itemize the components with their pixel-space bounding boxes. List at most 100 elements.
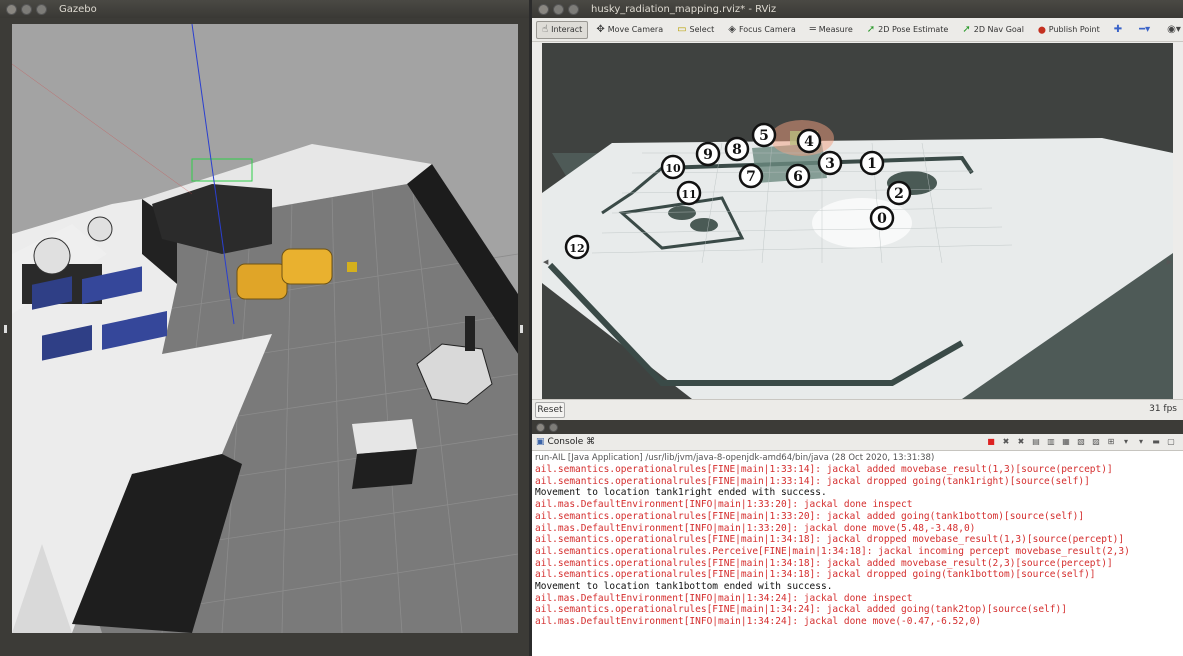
- location-marker-label: 11: [681, 188, 696, 201]
- eye-icon: ◉▾: [1167, 24, 1181, 35]
- display-console-icon[interactable]: ▾: [1120, 436, 1132, 448]
- gazebo-3d-viewport[interactable]: [12, 24, 518, 633]
- focus-camera-tool-button[interactable]: ◈ Focus Camera: [722, 21, 802, 39]
- location-marker-label: 4: [804, 134, 814, 150]
- close-window-button[interactable]: [538, 3, 549, 15]
- gazebo-titlebar: Gazebo: [0, 0, 529, 18]
- log-line-stderr: ail.semantics.operationalrules.Perceive[…: [535, 545, 1130, 557]
- console-icon: ▣: [536, 437, 545, 447]
- nav-goal-tool-button[interactable]: ➚ 2D Nav Goal: [956, 21, 1030, 39]
- clear-console-icon[interactable]: ▤: [1030, 436, 1042, 448]
- gazebo-window: Gazebo: [0, 0, 529, 656]
- location-marker-7: 7: [738, 163, 764, 189]
- location-marker-1: 1: [859, 150, 885, 176]
- location-marker-2: 2: [886, 180, 912, 206]
- show-on-stderr-icon[interactable]: ▨: [1090, 436, 1102, 448]
- location-marker-6: 6: [785, 163, 811, 189]
- log-line-stderr: ail.semantics.operationalrules[FINE|main…: [535, 534, 1125, 546]
- add-tool-button[interactable]: ✚: [1108, 21, 1131, 39]
- location-marker-label: 3: [825, 156, 835, 172]
- pin-console-icon[interactable]: ⊞: [1105, 436, 1117, 448]
- location-marker-label: 9: [703, 147, 713, 163]
- console-actions: ■ ✖ ✖ ▤ ▥ ▦ ▧ ▨ ⊞ ▾ ▾ ▬ ▢: [982, 436, 1177, 448]
- log-line-stderr: ail.mas.DefaultEnvironment[INFO|main|1:3…: [535, 522, 976, 534]
- rviz-map-scene: 0123456789101112: [542, 43, 1173, 399]
- location-marker-3: 3: [817, 150, 843, 176]
- gazebo-scene: [12, 24, 518, 633]
- maximize-view-icon[interactable]: ▢: [1165, 436, 1177, 448]
- word-wrap-icon[interactable]: ▦: [1060, 436, 1072, 448]
- console-output[interactable]: ail.semantics.operationalrules[FINE|main…: [532, 464, 1183, 628]
- tool-label: Focus Camera: [738, 25, 796, 34]
- log-line-stderr: ail.mas.DefaultEnvironment[INFO|main|1:3…: [535, 592, 913, 604]
- location-marker-label: 0: [877, 211, 887, 227]
- log-line-stderr: ail.mas.DefaultEnvironment[INFO|main|1:3…: [535, 616, 982, 628]
- move-camera-tool-button[interactable]: ✥ Move Camera: [590, 21, 669, 39]
- eclipse-console-window: ▣ Console ⌘ ■ ✖ ✖ ▤ ▥ ▦ ▧ ▨ ⊞ ▾ ▾ ▬ ▢ ru…: [532, 420, 1183, 656]
- tool-label: Publish Point: [1048, 25, 1100, 34]
- right-resize-handle[interactable]: [520, 325, 523, 333]
- left-resize-handle[interactable]: [4, 325, 7, 333]
- location-marker-9: 9: [695, 141, 721, 167]
- nav-goal-arrow-icon: ➚: [962, 24, 971, 35]
- collapse-right-panel-icon[interactable]: ▶: [1167, 258, 1172, 266]
- location-marker-label: 12: [569, 242, 584, 255]
- log-line-stderr: ail.semantics.operationalrules[FINE|main…: [535, 475, 1090, 487]
- console-tab[interactable]: ▣ Console ⌘: [536, 437, 595, 447]
- move-camera-icon: ✥: [596, 24, 605, 35]
- rviz-titlebar: husky_radiation_mapping.rviz* - RViz: [532, 0, 1183, 18]
- remove-launch-icon[interactable]: ✖: [1000, 436, 1012, 448]
- collapse-left-panel-icon[interactable]: ◀: [543, 258, 548, 266]
- show-on-stdout-icon[interactable]: ▧: [1075, 436, 1087, 448]
- publish-point-tool-button[interactable]: ⬤ Publish Point: [1032, 21, 1106, 39]
- close-window-button[interactable]: [6, 3, 17, 15]
- minimize-view-icon[interactable]: ▬: [1150, 436, 1162, 448]
- log-line-stderr: ail.semantics.operationalrules[FINE|main…: [535, 464, 1113, 475]
- interact-tool-button[interactable]: ☝ Interact: [536, 20, 589, 39]
- location-marker-0: 0: [869, 205, 895, 231]
- rviz-window: husky_radiation_mapping.rviz* - RViz ☝ I…: [532, 0, 1183, 420]
- tool-label: 2D Pose Estimate: [878, 25, 949, 34]
- remove-tool-button[interactable]: ━▾: [1133, 21, 1159, 39]
- location-marker-8: 8: [724, 136, 750, 162]
- location-marker-4: 4: [796, 128, 822, 154]
- measure-icon: ═: [809, 24, 816, 35]
- console-launch-info: run-AIL [Java Application] /usr/lib/jvm/…: [535, 453, 935, 463]
- pose-arrow-icon: ➚: [866, 24, 876, 35]
- reset-button[interactable]: Reset: [535, 402, 565, 418]
- pose-estimate-tool-button[interactable]: ➚ 2D Pose Estimate: [861, 21, 955, 39]
- close-window-button[interactable]: [536, 422, 545, 432]
- location-marker-label: 2: [894, 186, 904, 202]
- open-console-icon[interactable]: ▾: [1135, 436, 1147, 448]
- minimize-window-button[interactable]: [553, 3, 564, 15]
- log-line-stderr: ail.semantics.operationalrules[FINE|main…: [535, 510, 1085, 522]
- hand-icon: ☝: [542, 24, 549, 35]
- terminate-icon[interactable]: ■: [985, 436, 997, 448]
- location-marker-12: 12: [564, 234, 590, 260]
- maximize-window-button[interactable]: [568, 3, 579, 15]
- measure-tool-button[interactable]: ═ Measure: [804, 21, 859, 39]
- log-line-stdout: Movement to location tank1right ended wi…: [535, 487, 827, 499]
- gazebo-window-title: Gazebo: [59, 3, 97, 15]
- console-tab-label: Console ⌘: [547, 437, 596, 447]
- minimize-window-button[interactable]: [549, 422, 558, 432]
- location-marker-5: 5: [751, 122, 777, 148]
- scroll-lock-icon[interactable]: ▥: [1045, 436, 1057, 448]
- location-marker-label: 1: [867, 156, 877, 172]
- console-tabbar: ▣ Console ⌘ ■ ✖ ✖ ▤ ▥ ▦ ▧ ▨ ⊞ ▾ ▾ ▬ ▢: [532, 434, 1183, 451]
- maximize-window-button[interactable]: [36, 3, 47, 15]
- rviz-window-title: husky_radiation_mapping.rviz* - RViz: [591, 3, 777, 15]
- tool-label: Move Camera: [607, 25, 664, 34]
- minimize-window-button[interactable]: [21, 3, 32, 15]
- rviz-3d-viewport[interactable]: 0 1 2 3 4 5 6 7 8 9 10 11 12 ◀ ▶: [542, 43, 1173, 399]
- remove-all-icon[interactable]: ✖: [1015, 436, 1027, 448]
- fps-counter: 31 fps: [1149, 404, 1177, 414]
- location-marker-label: 7: [746, 169, 756, 185]
- select-tool-button[interactable]: ▭ Select: [671, 21, 720, 39]
- tool-label: Select: [689, 25, 715, 34]
- tool-label: Measure: [818, 25, 853, 34]
- location-marker-label: 8: [732, 142, 742, 158]
- view-options-button[interactable]: ◉▾: [1161, 21, 1183, 39]
- location-marker-label: 6: [793, 169, 803, 185]
- map-pin-icon: ⬤: [1037, 25, 1046, 34]
